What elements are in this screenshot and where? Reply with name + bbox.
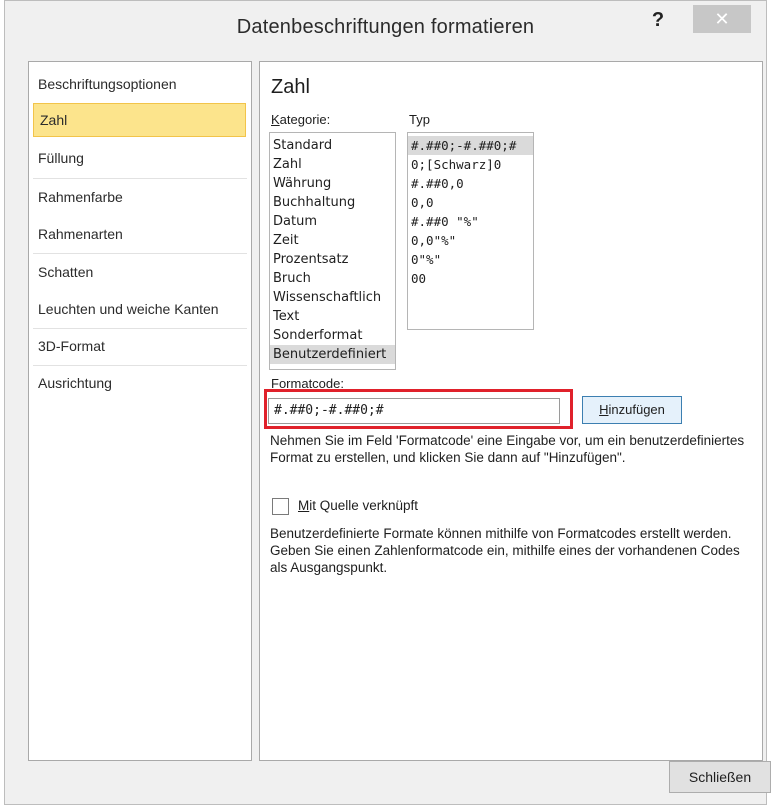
kategorie-item[interactable]: Zeit	[270, 231, 395, 250]
mit-quelle-checkbox[interactable]	[272, 498, 289, 515]
kategorie-item[interactable]: Buchhaltung	[270, 193, 395, 212]
hint-text: Nehmen Sie im Feld 'Formatcode' eine Ein…	[270, 433, 745, 465]
typ-item[interactable]: 0,0"%"	[408, 231, 533, 250]
close-button[interactable]: Schließen	[669, 761, 771, 793]
checkbox-label-text: it Quelle verknüpft	[309, 498, 419, 513]
nav-item-ausrichtung[interactable]: Ausrichtung	[29, 365, 251, 401]
kategorie-listbox[interactable]: Standard Zahl Währung Buchhaltung Datum Zeit P…	[269, 132, 396, 370]
kategorie-item[interactable]: Standard	[270, 136, 395, 155]
kategorie-item[interactable]: Benutzerdefiniert	[270, 345, 395, 364]
nav-item-schatten[interactable]: Schatten	[29, 254, 251, 290]
nav-item-leuchten[interactable]: Leuchten und weiche Kanten	[29, 291, 251, 327]
kategorie-item[interactable]: Währung	[270, 174, 395, 193]
kategorie-item[interactable]: Wissenschaftlich	[270, 288, 395, 307]
typ-label: Typ	[409, 112, 430, 127]
typ-item[interactable]: 00	[408, 269, 533, 288]
typ-item[interactable]: 0"%"	[408, 250, 533, 269]
checkbox-accesskey: M	[298, 498, 310, 513]
info-text: Benutzerdefinierte Formate können mithil…	[270, 526, 740, 575]
kategorie-item[interactable]: Text	[270, 307, 395, 326]
kategorie-item[interactable]: Bruch	[270, 269, 395, 288]
typ-item[interactable]: #.##0 "%"	[408, 212, 533, 231]
formatcode-input[interactable]: #.##0;-#.##0;#	[268, 398, 560, 424]
typ-item[interactable]: 0,0	[408, 193, 533, 212]
format-data-labels-dialog: Datenbeschriftungen formatieren ? ✕ Besc…	[4, 0, 771, 805]
kategorie-label: Kategorie:	[271, 112, 330, 127]
nav-item-rahmenfarbe[interactable]: Rahmenfarbe	[29, 179, 251, 215]
kategorie-item[interactable]: Sonderformat	[270, 326, 395, 345]
typ-item[interactable]: #.##0;-#.##0;#	[408, 136, 533, 155]
kategorie-item[interactable]: Datum	[270, 212, 395, 231]
kategorie-accesskey: K	[271, 112, 280, 127]
number-format-panel: Zahl Kategorie: Typ Standard Zahl Währung B…	[259, 61, 763, 761]
nav-item-3d-format[interactable]: 3D-Format	[29, 328, 251, 364]
add-accesskey: H	[599, 402, 609, 417]
add-button-label: inzufügen	[608, 402, 665, 417]
kategorie-item[interactable]: Prozentsatz	[270, 250, 395, 269]
category-nav: Beschriftungsoptionen Zahl Füllung Rahme…	[28, 61, 252, 761]
kategorie-label-text: ategorie:	[279, 112, 331, 127]
nav-item-rahmenarten[interactable]: Rahmenarten	[29, 216, 251, 252]
nav-item-fuellung[interactable]: Füllung	[29, 140, 251, 176]
close-icon[interactable]: ✕	[693, 5, 751, 33]
kategorie-item[interactable]: Zahl	[270, 155, 395, 174]
typ-listbox[interactable]: #.##0;-#.##0;# 0;[Schwarz]0 #.##0,0 0,0 #.##…	[407, 132, 534, 330]
help-button[interactable]: ?	[645, 7, 671, 33]
nav-item-zahl[interactable]: Zahl	[33, 103, 246, 137]
title-bar[interactable]: Datenbeschriftungen formatieren ? ✕	[5, 1, 766, 51]
section-title: Zahl	[271, 76, 310, 98]
typ-item[interactable]: #.##0,0	[408, 174, 533, 193]
checkbox-label[interactable]: Mit Quelle verknüpft	[298, 498, 418, 513]
add-button[interactable]: Hinzufügen	[582, 396, 682, 424]
typ-item[interactable]: 0;[Schwarz]0	[408, 155, 533, 174]
nav-item-beschriftungsoptionen[interactable]: Beschriftungsoptionen	[29, 66, 251, 102]
